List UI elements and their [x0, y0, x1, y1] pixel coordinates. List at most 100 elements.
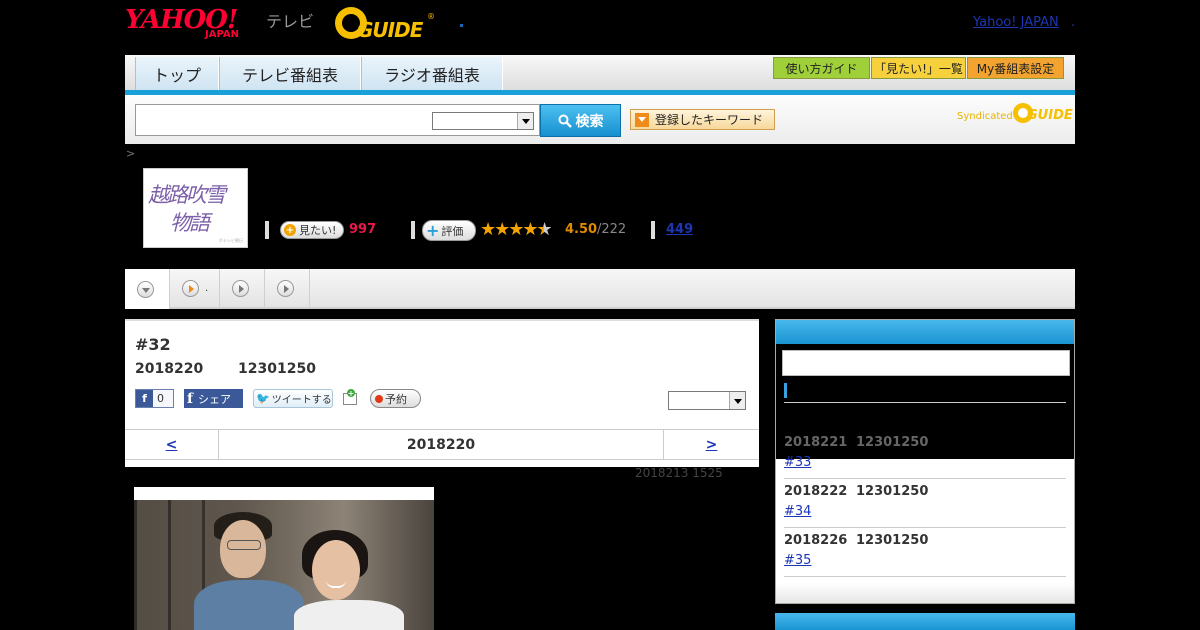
play-icon — [182, 279, 199, 297]
program-tab-label: . — [205, 282, 209, 294]
chevron-down-icon — [517, 113, 533, 129]
nav-tab-tv-listings[interactable]: テレビ番組表 — [219, 57, 361, 90]
episode-number: #32 — [135, 335, 171, 354]
episode-time: 12301250 — [238, 361, 316, 377]
list-item: 2018222 12301250 #34 — [784, 479, 1066, 528]
next-episode-link[interactable]: > — [663, 430, 759, 459]
sidebar-section-marker — [784, 383, 787, 398]
upcoming-episodes-sidebar: 2018221 12301250 #33 2018222 12301250 #3… — [775, 319, 1075, 604]
header-dot — [460, 24, 463, 27]
search-icon — [558, 114, 572, 128]
play-icon — [232, 279, 249, 297]
record-dot-icon — [375, 394, 383, 403]
list-item-episode-link[interactable]: #34 — [784, 504, 811, 519]
page-root: YAHOO! JAPAN テレビ GUIDE ® Yahoo! JAPAN . … — [0, 0, 1200, 630]
sidebar-header — [776, 320, 1074, 344]
usage-guide-button[interactable]: 使い方ガイド — [773, 57, 870, 79]
rating-value: 4.50 — [565, 222, 598, 237]
list-item: 2018221 12301250 #33 — [784, 430, 1066, 479]
gguide-reg-mark: ® — [427, 12, 435, 21]
reserve-button[interactable]: 予約 — [370, 389, 421, 408]
reserve-label: 予約 — [385, 392, 407, 406]
my-listing-settings-button[interactable]: My番組表設定 — [967, 57, 1064, 79]
current-episode-date: 2018220 — [406, 436, 476, 453]
chevron-down-icon — [137, 280, 154, 298]
episode-photo-image — [134, 500, 434, 630]
syndicated-label: Syndicated — [957, 111, 1013, 122]
episode-select[interactable] — [668, 391, 746, 410]
list-item-time: 12301250 — [856, 435, 929, 450]
list-item-episode-link[interactable]: #35 — [784, 553, 811, 568]
rate-button[interactable]: + 評価 — [422, 220, 476, 241]
facebook-icon: f — [136, 390, 153, 407]
review-count-link[interactable]: 449 — [666, 222, 693, 237]
program-thumbnail: 越路吹雪 物語 ©テレビ朝日 — [143, 168, 248, 248]
episode-date: 2018220 — [135, 361, 204, 377]
list-item-time: 12301250 — [856, 533, 929, 548]
list-item: 2018226 12301250 #35 — [784, 528, 1066, 577]
search-category-select[interactable] — [432, 112, 534, 130]
main-nav: トップ テレビ番組表 ラジオ番組表 使い方ガイド 「見たい!」一覧 My番組表設… — [125, 55, 1075, 95]
search-bar: 検索 登録したキーワード Syndicated GUIDE — [125, 95, 1075, 144]
program-tab-3[interactable] — [220, 269, 265, 307]
facebook-share-button[interactable]: f シェア — [184, 389, 243, 408]
episode-navigation: < 2018220 > — [125, 429, 759, 460]
facebook-like-button[interactable]: f 0 — [135, 389, 174, 408]
list-item-date: 2018221 — [784, 435, 848, 450]
sidebar-2-header — [775, 613, 1075, 630]
list-item-episode-link[interactable]: #33 — [784, 455, 811, 470]
search-button-label: 検索 — [575, 113, 604, 130]
sidebar-input[interactable] — [782, 350, 1070, 376]
add-calendar-icon[interactable]: + — [343, 389, 360, 406]
program-thumb-title-1: 越路吹雪 — [148, 183, 226, 207]
nav-tab-radio-listings[interactable]: ラジオ番組表 — [361, 57, 503, 90]
prev-episode-link[interactable]: < — [125, 430, 219, 459]
breadcrumb: > — [126, 147, 136, 160]
episode-panel: #32 2018220 12301250 f 0 f シェア 🐦 ツイートする … — [125, 319, 759, 467]
share-label: シェア — [198, 392, 232, 406]
separator — [265, 221, 269, 239]
rating-count: /222 — [597, 222, 627, 237]
list-item-date: 2018222 — [784, 484, 848, 499]
program-tab-strip: . — [125, 269, 1075, 309]
separator — [651, 221, 655, 239]
mitai-list-button[interactable]: 「見たい!」一覧 — [871, 57, 966, 79]
rating-stars-icon: ★★★★★ — [480, 219, 553, 240]
gguide-logo[interactable]: GUIDE ® — [335, 7, 435, 42]
mitai-button[interactable]: + 見たい! — [280, 221, 344, 239]
plus-icon: + — [284, 224, 296, 236]
yahoo-japan-logo[interactable]: YAHOO! JAPAN — [125, 5, 263, 43]
divider — [784, 402, 1066, 403]
episode-photo — [134, 487, 434, 630]
play-icon — [277, 279, 294, 297]
updated-timestamp: 2018213 1525 — [635, 466, 723, 480]
list-item-time: 12301250 — [856, 484, 929, 499]
syndicated-logo-text: GUIDE — [1027, 108, 1073, 123]
japan-logo-text: JAPAN — [205, 29, 239, 40]
dropdown-arrow-icon — [635, 112, 649, 127]
chevron-down-icon — [729, 392, 745, 409]
registered-keywords-label: 登録したキーワード — [655, 113, 764, 127]
facebook-f-icon: f — [187, 390, 194, 407]
search-button[interactable]: 検索 — [540, 104, 621, 137]
program-tab-1[interactable] — [125, 269, 170, 309]
tweet-label: ツイートする — [271, 395, 332, 406]
program-thumb-title-2: 物語 — [170, 211, 210, 235]
syndicated-gguide-logo: GUIDE — [1013, 103, 1073, 125]
yahoo-japan-link[interactable]: Yahoo! JAPAN — [973, 15, 1059, 30]
mitai-button-label: 見たい! — [299, 224, 337, 237]
list-item-date: 2018226 — [784, 533, 848, 548]
twitter-bird-icon: 🐦 — [256, 392, 270, 405]
separator — [411, 221, 415, 239]
registered-keywords-button[interactable]: 登録したキーワード — [630, 109, 775, 130]
program-tab-4[interactable] — [265, 269, 310, 307]
plus-icon: + — [426, 221, 440, 240]
yahoo-japan-link-suffix: . — [1071, 15, 1076, 30]
mitai-count: 997 — [349, 222, 377, 237]
rate-button-label: 評価 — [441, 224, 464, 238]
program-tab-2[interactable]: . — [170, 269, 220, 307]
program-thumb-credit: ©テレビ朝日 — [219, 238, 243, 243]
tv-label: テレビ — [266, 12, 315, 31]
nav-tab-top[interactable]: トップ — [135, 57, 219, 90]
tweet-button[interactable]: 🐦 ツイートする — [253, 389, 333, 408]
